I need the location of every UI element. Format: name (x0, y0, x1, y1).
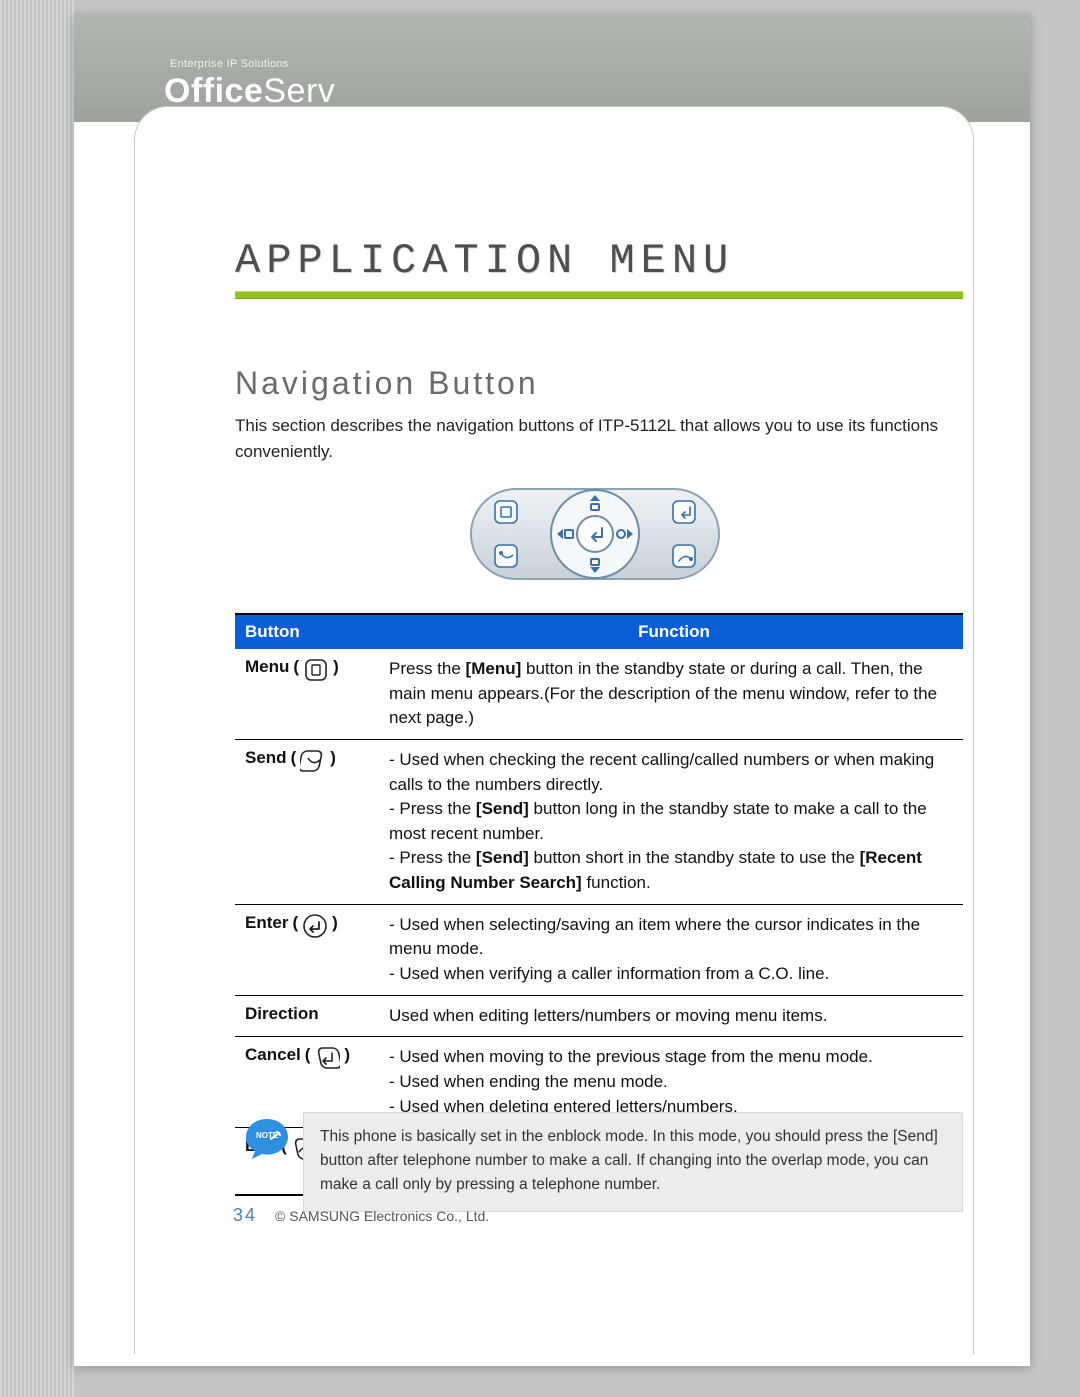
table-row: Enter ( )- Used when selecting/saving an… (235, 904, 963, 995)
button-cell: Direction (235, 996, 385, 1037)
page-number: 34 (233, 1205, 257, 1226)
button-label: Menu (245, 657, 289, 677)
nav-button-illustration (465, 469, 725, 599)
button-cell: Enter ( ) (235, 905, 385, 995)
button-label: Send (245, 748, 287, 768)
enter-key-icon (302, 913, 328, 939)
th-function: Function (385, 615, 963, 649)
brand-logo-bold: Office (164, 72, 263, 110)
title-underline (235, 291, 963, 299)
table-row: Send ( )- Used when checking the recent … (235, 739, 963, 904)
button-label: Cancel (245, 1045, 301, 1065)
note-text: This phone is basically set in the enblo… (320, 1128, 938, 1193)
section-intro: This section describes the navigation bu… (235, 413, 955, 466)
table-row: Menu ( )Press the [Menu] button in the s… (235, 649, 963, 739)
function-cell: - Used when selecting/saving an item whe… (385, 905, 963, 995)
button-cell: Send ( ) (235, 740, 385, 904)
page-edge-stripe (0, 0, 74, 1397)
button-function-table: Button Function Menu ( )Press the [Menu]… (235, 613, 963, 1196)
page: Enterprise IP Solutions OfficeServ APPLI… (74, 14, 1030, 1366)
button-label: Enter (245, 913, 288, 933)
brand-block: Enterprise IP Solutions OfficeServ (164, 58, 335, 111)
content-card: APPLICATION MENU Navigation Button This … (134, 106, 974, 1354)
section-title: Navigation Button (235, 365, 539, 402)
th-button: Button (235, 615, 385, 649)
copyright: © SAMSUNG Electronics Co., Ltd. (275, 1208, 489, 1224)
function-cell: Press the [Menu] button in the standby s… (385, 649, 963, 739)
note-icon: NOTE (243, 1115, 291, 1163)
function-cell: - Used when checking the recent calling/… (385, 740, 963, 904)
brand-tagline: Enterprise IP Solutions (170, 58, 335, 70)
chapter-title: APPLICATION MENU (235, 237, 734, 285)
button-label: Direction (245, 1004, 319, 1024)
brand-logo-light: Serv (263, 72, 335, 110)
button-cell: Menu ( ) (235, 649, 385, 739)
menu-key-icon (303, 657, 329, 683)
table-row: Direction Used when editing letters/numbe… (235, 995, 963, 1037)
cancel-key-icon (314, 1045, 340, 1071)
table-header-row: Button Function (235, 615, 963, 649)
send-key-icon (300, 748, 326, 774)
note-box: This phone is basically set in the enblo… (303, 1112, 963, 1212)
page-footer: 34 © SAMSUNG Electronics Co., Ltd. (233, 1205, 489, 1226)
function-cell: Used when editing letters/numbers or mov… (385, 996, 963, 1037)
